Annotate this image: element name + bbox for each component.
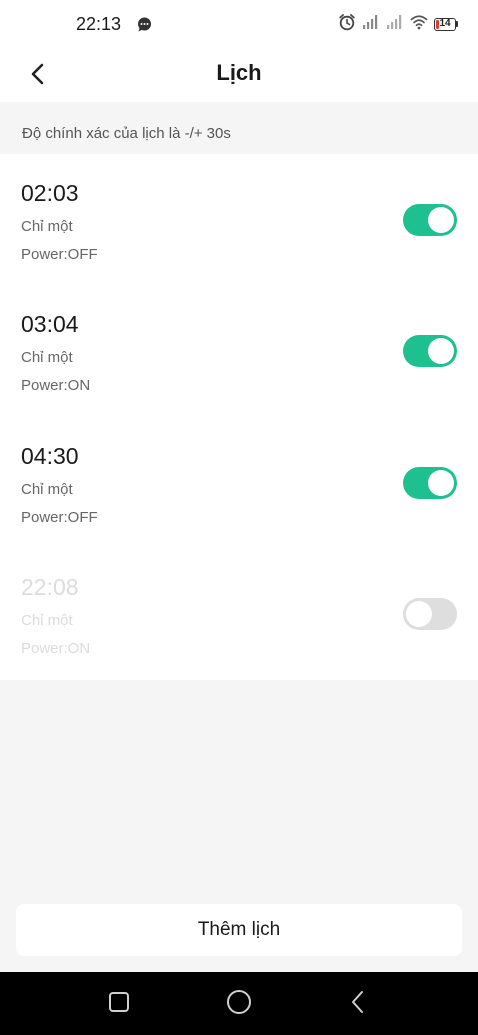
toggle-knob (406, 601, 432, 627)
schedule-toggle[interactable] (403, 204, 457, 236)
system-nav-bar (0, 972, 478, 1035)
schedule-repeat: Chỉ một (21, 612, 73, 629)
wifi-icon (410, 14, 428, 35)
schedule-toggle[interactable] (403, 467, 457, 499)
status-time: 22:13 (76, 14, 122, 34)
schedule-time: 02:03 (21, 180, 79, 206)
schedule-repeat: Chỉ một (21, 218, 73, 235)
schedule-toggle[interactable] (403, 598, 457, 630)
schedule-action: Power:OFF (21, 246, 98, 263)
schedule-list: 02:03 Chỉ một Power:OFF 03:04 Chỉ một Po… (0, 154, 478, 680)
toggle-knob (428, 470, 454, 496)
header: Lịch (0, 48, 478, 102)
schedule-action: Power:ON (21, 640, 91, 657)
back-icon (350, 990, 366, 1019)
schedule-repeat: Chỉ một (21, 349, 73, 366)
recent-apps-button[interactable] (104, 989, 134, 1019)
schedule-toggle[interactable] (403, 335, 457, 367)
schedule-repeat: Chỉ một (21, 481, 73, 498)
signal-icon (386, 14, 404, 35)
schedule-item[interactable]: 22:08 Chỉ một Power:ON (0, 548, 478, 679)
status-icons: 14 (338, 13, 458, 35)
schedule-time: 22:08 (21, 574, 79, 600)
schedule-time: 04:30 (21, 443, 79, 469)
page-title: Lịch (216, 60, 262, 85)
toggle-knob (428, 338, 454, 364)
schedule-item[interactable]: 02:03 Chỉ một Power:OFF (0, 154, 478, 285)
toggle-knob (428, 207, 454, 233)
home-button[interactable] (224, 989, 254, 1019)
schedule-action: Power:ON (21, 377, 91, 394)
signal-icon (362, 14, 380, 35)
battery-icon: 14 (434, 17, 458, 31)
battery-level: 14 (439, 18, 451, 29)
schedule-time: 03:04 (21, 311, 79, 337)
accuracy-notice: Độ chính xác của lịch là -/+ 30s (22, 125, 231, 142)
message-icon (137, 17, 152, 32)
add-schedule-button[interactable]: Thêm lịch (16, 904, 462, 956)
alarm-icon (338, 13, 356, 36)
schedule-item[interactable]: 04:30 Chỉ một Power:OFF (0, 417, 478, 548)
schedule-action: Power:OFF (21, 509, 98, 526)
schedule-item[interactable]: 03:04 Chỉ một Power:ON (0, 285, 478, 416)
nav-back-button[interactable] (343, 989, 373, 1019)
recent-apps-icon (108, 991, 130, 1018)
home-icon (226, 989, 252, 1020)
status-bar: 22:13 14 (0, 0, 478, 48)
